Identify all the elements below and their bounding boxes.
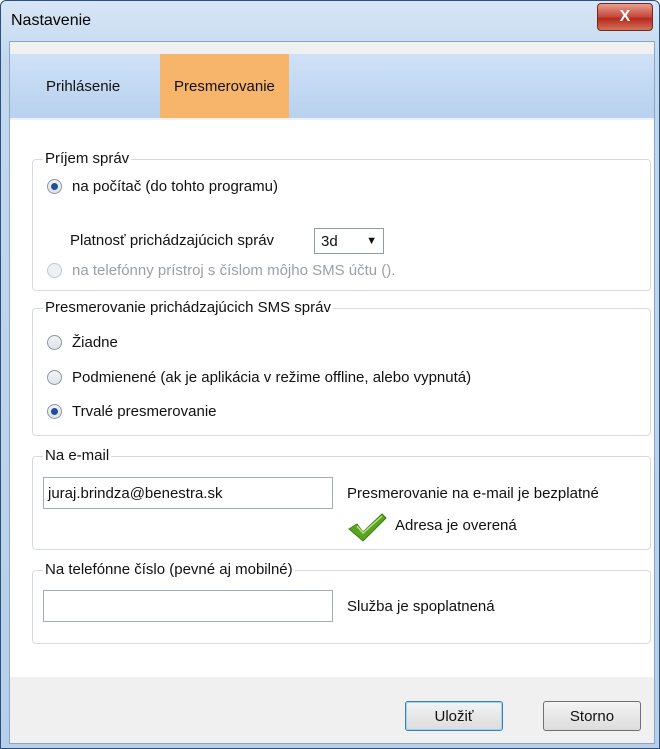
email-group: Na e-mail juraj.brindza@benestra.sk Pres… [32,447,651,550]
title-bar[interactable]: Nastavenie X [1,1,659,41]
radio-none-indicator[interactable] [47,335,62,350]
radio-computer[interactable]: na počítač (do tohto programu) [47,178,278,195]
redirect-group-legend: Presmerovanie prichádzajúcich SMS správ [43,299,333,316]
email-field[interactable]: juraj.brindza@benestra.sk [43,477,333,509]
phone-paid-note-text: Služba je spoplatnená [347,598,495,615]
phone-group-legend: Na telefónne číslo (pevné aj mobilné) [43,561,295,578]
validity-row: Platnosť prichádzajúcich správ [70,232,274,249]
save-button[interactable]: Uložiť [405,701,503,731]
radio-conditional-indicator[interactable] [47,370,62,385]
email-verified-note-text: Adresa je overená [395,517,517,534]
radio-permanent-indicator[interactable] [47,404,62,419]
radio-none[interactable]: Žiadne [47,334,118,351]
tab-redirect[interactable]: Presmerovanie [160,54,289,118]
validity-label: Platnosť prichádzajúcich správ [70,232,275,249]
tab-login[interactable]: Prihlásenie [32,54,134,118]
email-value: juraj.brindza@benestra.sk [48,484,223,502]
tab-redirect-label: Presmerovanie [174,77,275,95]
phone-group: Na telefónne číslo (pevné aj mobilné) Sl… [32,561,651,644]
radio-computer-label: na počítač (do tohto programu) [72,178,278,195]
window-title: Nastavenie [11,12,92,29]
email-verified-note: Adresa je overená [395,517,517,534]
radio-none-label: Žiadne [72,334,118,351]
cancel-button-label: Storno [569,707,615,725]
redirect-group: Presmerovanie prichádzajúcich SMS správ … [32,299,651,436]
tab-bar: Prihlásenie Presmerovanie [10,54,654,118]
checkmark-icon [348,513,387,542]
email-free-note: Presmerovanie na e-mail je bezplatné [347,485,599,502]
tab-login-label: Prihlásenie [46,77,121,95]
email-free-note-text: Presmerovanie na e-mail je bezplatné [347,485,599,502]
radio-phone-device-indicator [47,263,62,278]
radio-computer-indicator[interactable] [47,179,62,194]
settings-window: Nastavenie X Prihlásenie Presmerovanie P… [0,0,660,749]
chevron-down-icon: ▼ [366,235,377,247]
radio-phone-device-label: na telefónny prístroj s číslom môjho SMS… [72,262,396,279]
receive-group: Príjem správ na počítač (do tohto progra… [32,150,651,291]
validity-value: 3d [321,232,338,250]
dialog-footer: Uložiť Storno [10,677,654,743]
phone-field[interactable] [43,590,333,622]
radio-phone-device: na telefónny prístroj s číslom môjho SMS… [47,262,395,279]
cancel-button[interactable]: Storno [543,701,641,731]
validity-select[interactable]: 3d ▼ [314,228,384,254]
email-group-legend: Na e-mail [43,447,112,464]
tab-content: Príjem správ na počítač (do tohto progra… [10,120,654,677]
radio-permanent[interactable]: Trvalé presmerovanie [47,403,217,420]
close-button[interactable]: X [597,3,653,31]
dialog-client: Prihlásenie Presmerovanie Príjem správ n… [9,41,655,744]
receive-group-legend: Príjem správ [43,150,132,167]
phone-paid-note: Služba je spoplatnená [347,598,495,615]
radio-permanent-label: Trvalé presmerovanie [72,403,217,420]
save-button-label: Uložiť [434,707,474,725]
radio-conditional[interactable]: Podmienené (ak je aplikácia v režime off… [47,369,471,386]
radio-conditional-label: Podmienené (ak je aplikácia v režime off… [72,369,472,386]
close-icon: X [619,8,631,25]
